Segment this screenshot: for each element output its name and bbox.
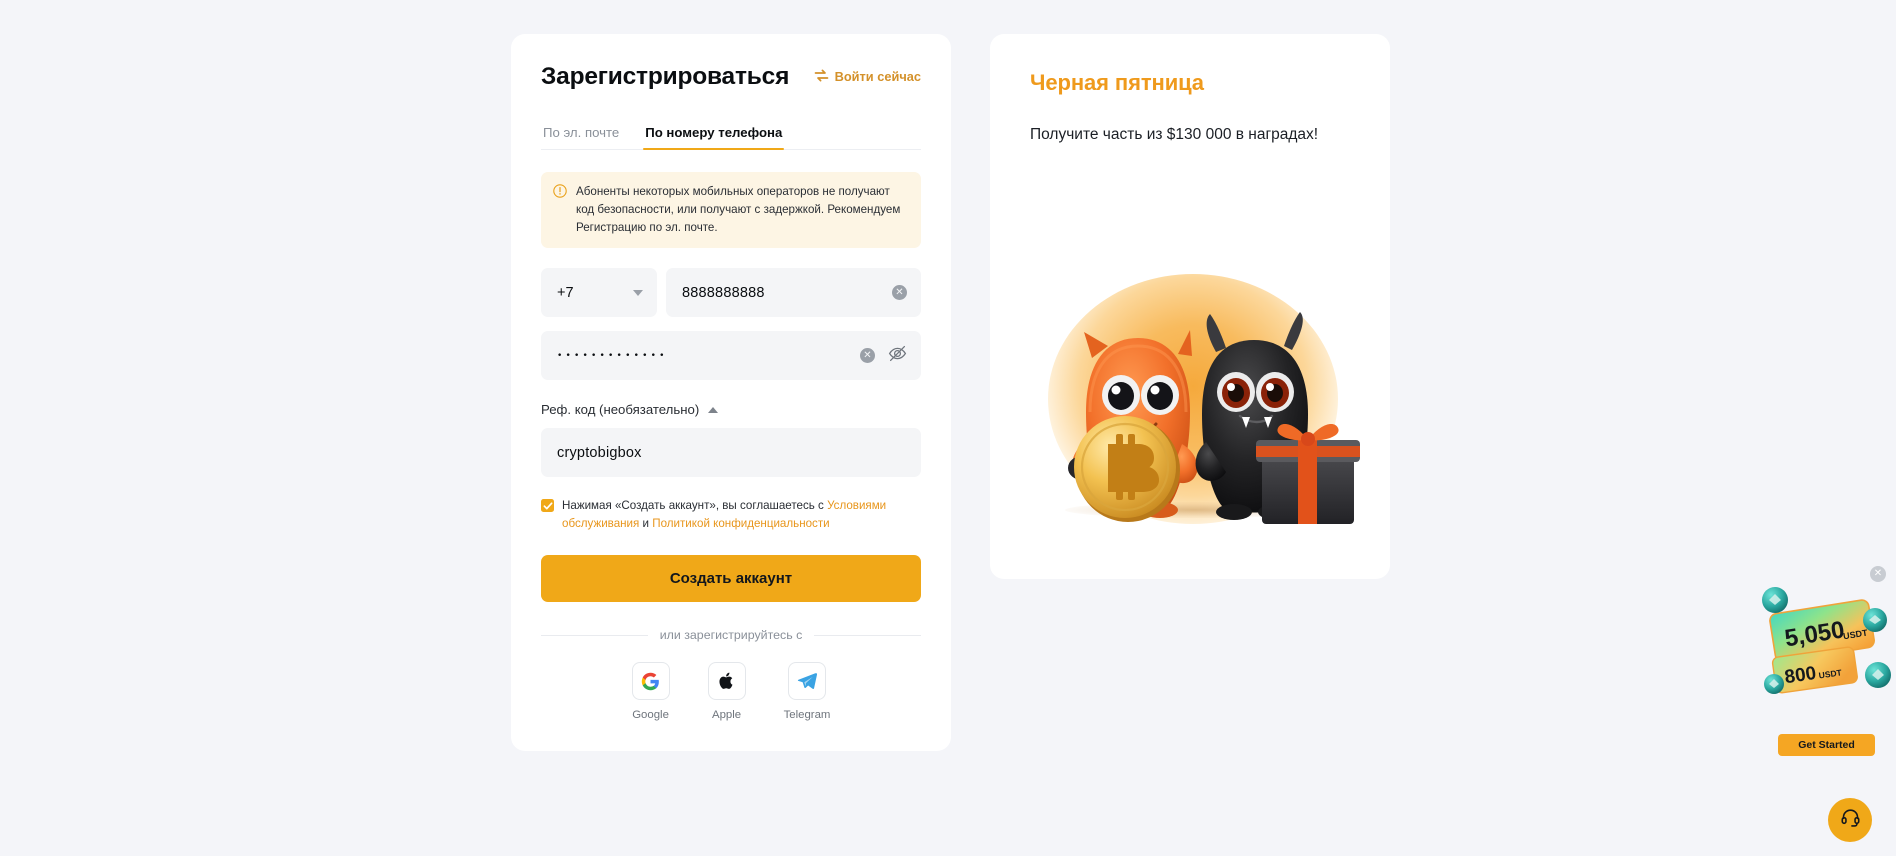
social-login-apple-label: Apple — [711, 709, 742, 722]
referral-label: Реф. код (необязательно) — [541, 402, 700, 418]
two-monsters-bitcoin-gift-illustration — [1020, 262, 1360, 542]
swap-arrows-icon — [814, 69, 829, 85]
promo-card: Черная пятница Получите часть из $130 00… — [990, 34, 1390, 579]
social-login-telegram-label: Telegram — [783, 709, 831, 722]
apple-icon — [707, 662, 746, 701]
warning-circle-icon — [553, 184, 567, 236]
chevron-down-icon — [633, 289, 643, 296]
password-input[interactable]: ••••••••••••• ✕ — [541, 331, 921, 381]
referral-code-input[interactable]: cryptobigbox — [541, 428, 921, 478]
divider-line-right — [814, 634, 922, 636]
clear-circle-icon[interactable]: ✕ — [892, 285, 907, 301]
check-icon — [543, 502, 552, 510]
social-login-apple[interactable]: Apple — [707, 662, 746, 722]
promo-floating-widget: ✕ 5,050 USDT 800 USDT Get Started — [1756, 566, 1896, 762]
country-code-select[interactable]: +7 — [541, 268, 657, 318]
divider-label: или зарегистрируйтесь с — [659, 628, 803, 643]
register-method-tabs: По эл. почте По номеру телефона — [541, 125, 921, 151]
social-login-google-label: Google — [632, 709, 669, 722]
terms-agreement: Нажимая «Создать аккаунт», вы соглашаете… — [541, 497, 921, 533]
page-title: Зарегистрироваться — [541, 63, 790, 90]
country-code-value: +7 — [557, 284, 574, 301]
support-chat-button[interactable] — [1828, 798, 1872, 842]
headset-icon — [1840, 807, 1861, 833]
svg-text:800: 800 — [1783, 663, 1817, 688]
chevron-up-icon — [708, 406, 719, 413]
tab-phone[interactable]: По номеру телефона — [643, 125, 785, 151]
social-login-row: Google Apple Telegram — [541, 662, 921, 721]
phone-input[interactable]: 8888888888 ✕ — [666, 268, 921, 318]
password-input-actions: ✕ — [860, 331, 907, 380]
login-now-label: Войти сейчас — [834, 69, 921, 85]
phone-input-value: 8888888888 — [682, 284, 765, 301]
phone-input-actions: ✕ — [892, 268, 907, 317]
page-root: Зарегистрироваться Войти сейчас По эл. п… — [0, 0, 1896, 856]
registration-card: Зарегистрироваться Войти сейчас По эл. п… — [511, 34, 951, 752]
terms-prefix: Нажимая «Создать аккаунт», вы соглашаете… — [562, 499, 828, 513]
tab-email[interactable]: По эл. почте — [541, 125, 621, 149]
operator-warning-text: Абоненты некоторых мобильных операторов … — [576, 185, 901, 234]
eye-off-icon[interactable] — [888, 345, 907, 367]
operator-warning-banner: Абоненты некоторых мобильных операторов … — [541, 172, 921, 249]
divider-line-left — [541, 634, 648, 636]
telegram-icon — [787, 662, 826, 701]
login-now-link[interactable]: Войти сейчас — [814, 69, 921, 85]
terms-checkbox[interactable] — [541, 499, 554, 513]
password-input-value: ••••••••••••• — [557, 350, 668, 361]
social-login-google[interactable]: Google — [631, 662, 670, 722]
create-account-button[interactable]: Создать аккаунт — [541, 555, 921, 603]
referral-toggle[interactable]: Реф. код (необязательно) — [541, 402, 921, 417]
promo-title: Черная пятница — [1030, 70, 1204, 95]
promo-subtitle: Получите часть из $130 000 в наградах! — [1030, 126, 1319, 143]
social-divider: или зарегистрируйтесь с — [541, 628, 922, 643]
terms-middle: и — [639, 517, 653, 531]
social-login-telegram[interactable]: Telegram — [783, 662, 831, 722]
registration-header: Зарегистрироваться Войти сейчас — [541, 62, 921, 95]
terms-text: Нажимая «Создать аккаунт», вы соглашаете… — [562, 497, 921, 533]
referral-code-value: cryptobigbox — [557, 444, 642, 461]
clear-circle-icon[interactable]: ✕ — [860, 348, 875, 364]
voucher-illustration[interactable]: 5,050 USDT 800 USDT — [1756, 578, 1896, 706]
phone-input-row: +7 8888888888 ✕ — [541, 268, 921, 318]
google-icon — [631, 662, 670, 701]
privacy-policy-link[interactable]: Политикой конфиденциальности — [652, 517, 829, 530]
get-started-button[interactable]: Get Started — [1778, 734, 1875, 756]
